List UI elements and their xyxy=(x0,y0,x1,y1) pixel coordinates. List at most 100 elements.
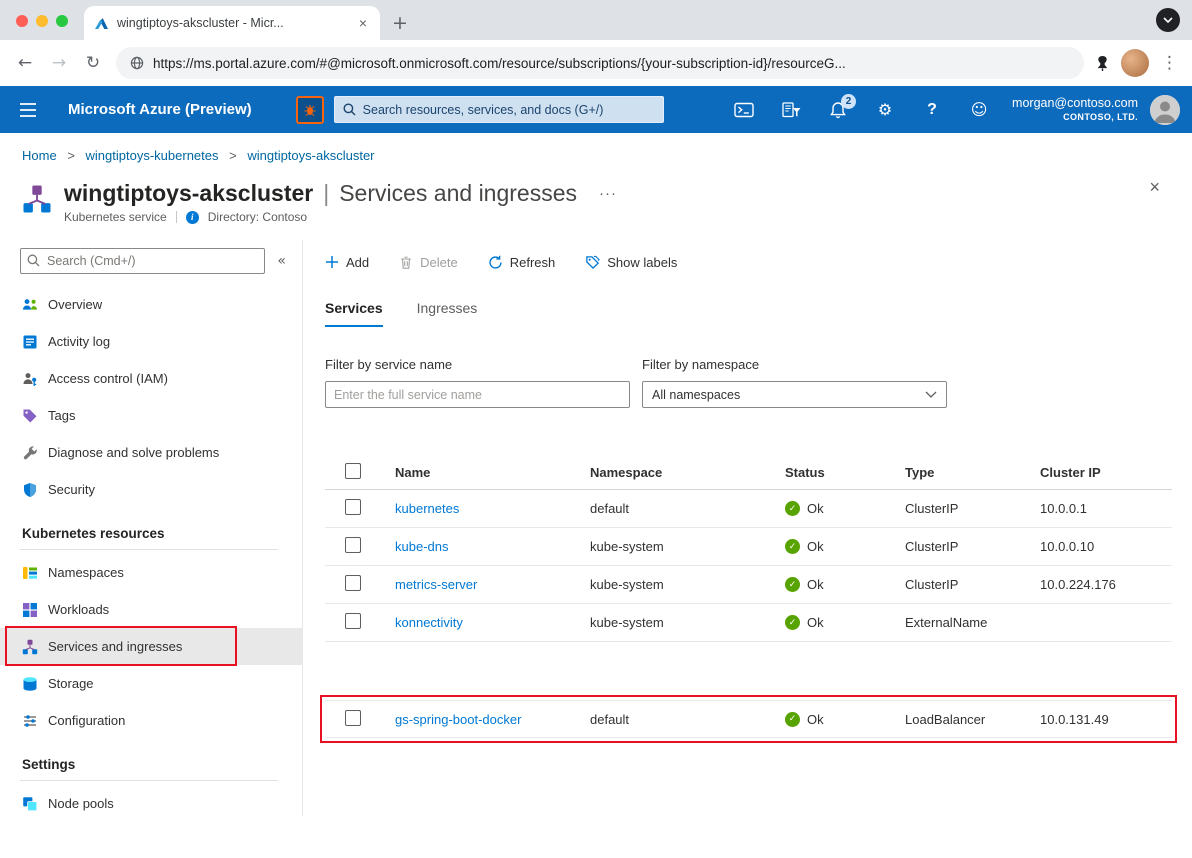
breadcrumb-resource[interactable]: wingtiptoys-akscluster xyxy=(247,148,374,163)
sidebar-item-security[interactable]: Security xyxy=(0,471,302,508)
row-checkbox[interactable] xyxy=(345,613,361,629)
bug-report-icon[interactable] xyxy=(296,96,324,124)
sidebar-item-namespaces[interactable]: Namespaces xyxy=(0,554,302,591)
url-bar[interactable]: https://ms.portal.azure.com/#@microsoft.… xyxy=(116,47,1084,79)
portal-body: Home > wingtiptoys-kubernetes > wingtipt… xyxy=(0,133,1192,858)
notifications-bell-icon[interactable]: 2 xyxy=(827,99,849,121)
breadcrumb-resource-group[interactable]: wingtiptoys-kubernetes xyxy=(86,148,219,163)
show-labels-button[interactable]: Show labels xyxy=(585,255,677,270)
browser-tab[interactable]: wingtiptoys-akscluster - Micr... × xyxy=(84,6,380,40)
service-name-filter-input[interactable] xyxy=(325,381,630,408)
user-avatar[interactable] xyxy=(1150,95,1180,125)
browser-menu-icon[interactable]: ⋮ xyxy=(1161,53,1178,73)
namespace-dropdown[interactable]: All namespaces xyxy=(642,381,947,408)
row-checkbox[interactable] xyxy=(345,710,361,726)
feedback-smiley-icon[interactable]: ☺ xyxy=(968,99,990,121)
notification-badge: 2 xyxy=(841,94,856,109)
refresh-button[interactable]: Refresh xyxy=(488,255,556,270)
view-tabs: Services Ingresses xyxy=(325,300,1172,327)
global-search-box[interactable] xyxy=(334,96,664,123)
sidebar-item-storage[interactable]: Storage xyxy=(0,665,302,702)
sidebar-search-input[interactable] xyxy=(20,248,265,274)
browser-address-bar: ← → ↻ https://ms.portal.azure.com/#@micr… xyxy=(0,40,1192,86)
refresh-icon xyxy=(488,255,503,270)
namespace-filter-label: Filter by namespace xyxy=(642,357,947,372)
column-header-cluster-ip: Cluster IP xyxy=(1040,465,1172,480)
tab-close-icon[interactable]: × xyxy=(356,15,370,31)
minimize-window-button[interactable] xyxy=(36,15,48,27)
breadcrumb-home[interactable]: Home xyxy=(22,148,57,163)
service-link[interactable]: metrics-server xyxy=(395,577,477,592)
sidebar-item-workloads[interactable]: Workloads xyxy=(0,591,302,628)
sidebar-group-settings: Settings xyxy=(0,739,302,780)
url-text: https://ms.portal.azure.com/#@microsoft.… xyxy=(153,56,846,71)
service-link[interactable]: kubernetes xyxy=(395,501,459,516)
namespaces-icon xyxy=(22,565,38,581)
table-row: konnectivity kube-system Ok ExternalName xyxy=(325,604,1172,642)
row-checkbox[interactable] xyxy=(345,499,361,515)
service-link[interactable]: kube-dns xyxy=(395,539,448,554)
row-checkbox[interactable] xyxy=(345,575,361,591)
account-menu[interactable]: morgan@contoso.com CONTOSO, LTD. xyxy=(1012,96,1138,123)
configuration-icon xyxy=(22,713,38,729)
hamburger-menu-icon[interactable] xyxy=(16,103,40,117)
sidebar-item-overview[interactable]: Overview xyxy=(0,286,302,323)
status-ok-icon xyxy=(785,501,800,516)
info-icon: i xyxy=(186,211,199,224)
table-row: kube-dns kube-system Ok ClusterIP 10.0.0… xyxy=(325,528,1172,566)
table-row-highlighted: gs-spring-boot-docker default Ok LoadBal… xyxy=(325,700,1172,738)
more-button[interactable]: ··· xyxy=(599,185,617,202)
filter-bar: Filter by service name Filter by namespa… xyxy=(325,357,1172,408)
sidebar-item-diagnose[interactable]: Diagnose and solve problems xyxy=(0,434,302,471)
close-blade-button[interactable]: × xyxy=(1149,177,1160,198)
activity-log-icon xyxy=(22,334,38,350)
sidebar-item-configuration[interactable]: Configuration xyxy=(0,702,302,739)
add-button[interactable]: Add xyxy=(325,255,369,270)
select-all-checkbox[interactable] xyxy=(345,463,361,479)
service-link[interactable]: gs-spring-boot-docker xyxy=(395,712,521,727)
sidebar-item-activity-log[interactable]: Activity log xyxy=(0,323,302,360)
plus-icon xyxy=(325,255,339,269)
status-ok-icon xyxy=(785,577,800,592)
pin-icon[interactable] xyxy=(1096,55,1109,72)
user-email: morgan@contoso.com xyxy=(1012,96,1138,112)
cloud-shell-icon[interactable] xyxy=(733,99,755,121)
close-window-button[interactable] xyxy=(16,15,28,27)
azure-portal-title[interactable]: Microsoft Azure (Preview) xyxy=(68,101,252,118)
azure-favicon xyxy=(94,16,109,31)
tab-services[interactable]: Services xyxy=(325,300,383,327)
chevron-down-icon xyxy=(925,391,937,398)
resource-type-label: Kubernetes service xyxy=(64,210,167,224)
global-search-input[interactable] xyxy=(363,103,655,117)
storage-icon xyxy=(22,676,38,692)
maximize-window-button[interactable] xyxy=(56,15,68,27)
services-table: Name Namespace Status Type Cluster IP ku… xyxy=(325,456,1172,738)
forward-icon[interactable]: → xyxy=(48,53,70,73)
sidebar-item-tags[interactable]: Tags xyxy=(0,397,302,434)
globe-icon xyxy=(130,56,144,70)
row-checkbox[interactable] xyxy=(345,537,361,553)
delete-button[interactable]: Delete xyxy=(399,255,458,270)
reload-icon[interactable]: ↻ xyxy=(82,53,104,73)
new-tab-button[interactable]: + xyxy=(386,9,414,37)
status-ok-icon xyxy=(785,539,800,554)
collapse-menu-button[interactable]: « xyxy=(277,253,286,269)
tab-ingresses[interactable]: Ingresses xyxy=(417,300,478,327)
settings-gear-icon[interactable]: ⚙ xyxy=(874,99,896,121)
browser-profile-avatar[interactable] xyxy=(1121,49,1149,77)
directory-filter-icon[interactable] xyxy=(780,99,802,121)
command-bar: Add Delete Refresh xyxy=(325,248,1172,276)
help-icon[interactable]: ? xyxy=(921,99,943,121)
column-header-type: Type xyxy=(905,465,1040,480)
sidebar-item-access-control[interactable]: Access control (IAM) xyxy=(0,360,302,397)
user-organization: CONTOSO, LTD. xyxy=(1012,112,1138,123)
sidebar-item-node-pools[interactable]: Node pools xyxy=(0,785,302,816)
azure-header: Microsoft Azure (Preview) 2 ⚙ ? ☺ morgan… xyxy=(0,86,1192,133)
service-link[interactable]: konnectivity xyxy=(395,615,463,630)
page-section: Services and ingresses xyxy=(339,180,577,207)
sidebar-item-services-and-ingresses[interactable]: Services and ingresses xyxy=(0,628,302,665)
back-icon[interactable]: ← xyxy=(14,53,36,73)
directory-label: Directory: Contoso xyxy=(208,210,307,224)
sidebar-group-kubernetes-resources: Kubernetes resources xyxy=(0,508,302,549)
tab-search-button[interactable] xyxy=(1156,8,1180,32)
